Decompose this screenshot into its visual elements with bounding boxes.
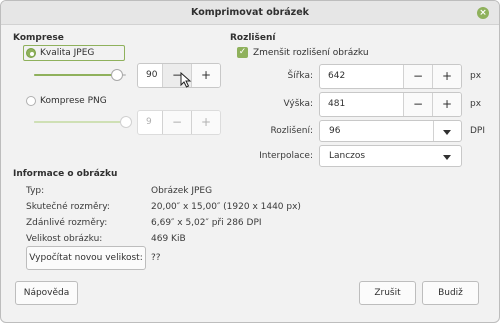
resolution-section-title: Rozlišení — [230, 33, 276, 43]
png-compression-value[interactable]: 9 — [138, 111, 162, 134]
height-decrease-button[interactable]: − — [403, 93, 432, 116]
width-unit: px — [470, 71, 482, 81]
png-compression-label: Komprese PNG — [40, 96, 107, 106]
info-apparent-size-value: 6,69″ x 5,02″ při 286 DPI — [151, 218, 262, 228]
png-compression-slider[interactable] — [34, 116, 132, 128]
dpi-unit: DPI — [470, 126, 486, 136]
height-spinner: 481 − + — [319, 92, 462, 117]
interpolation-combobox[interactable]: Lanczos — [319, 145, 462, 167]
width-label: Šířka: — [287, 71, 313, 81]
mouse-pointer-icon — [180, 72, 192, 88]
dpi-label: Rozlišení: — [270, 126, 313, 136]
png-compression-increase-button[interactable]: + — [191, 111, 220, 134]
chevron-down-icon[interactable] — [443, 130, 451, 135]
info-type-value: Obrázek JPEG — [151, 186, 213, 196]
width-decrease-button[interactable]: − — [403, 65, 432, 88]
height-increase-button[interactable]: + — [432, 93, 461, 116]
jpeg-quality-label: Kvalita JPEG — [40, 48, 95, 58]
jpeg-quality-value[interactable]: 90 — [138, 64, 162, 87]
radio-checked-icon — [26, 48, 36, 58]
width-spinner: 642 − + — [319, 64, 462, 89]
height-value[interactable]: 481 — [320, 93, 403, 116]
interpolation-label: Interpolace: — [259, 151, 313, 161]
info-actual-size-value: 20,00″ x 15,00″ (1920 x 1440 px) — [151, 202, 301, 212]
interpolation-value: Lanczos — [329, 151, 366, 161]
compute-new-size-button[interactable]: Vypočítat novou velikost: — [26, 246, 146, 270]
dpi-value[interactable]: 96 — [329, 126, 340, 136]
shrink-resolution-label: Zmenšit rozlišení obrázku — [253, 47, 369, 58]
computed-size-value: ?? — [151, 253, 161, 263]
info-actual-size-label: Skutečné rozměry: — [26, 202, 110, 212]
info-file-size-label: Velikost obrázku: — [26, 234, 103, 244]
jpeg-quality-slider[interactable] — [34, 69, 132, 81]
dpi-combobox[interactable]: 96 — [319, 120, 462, 142]
compress-image-dialog: Komprimovat obrázek × Komprese Kvalita J… — [0, 0, 500, 323]
checkbox-checked-icon: ✓ — [237, 47, 248, 58]
compression-section-title: Komprese — [13, 33, 64, 43]
shrink-resolution-checkbox[interactable]: ✓ Zmenšit rozlišení obrázku — [237, 47, 369, 58]
jpeg-quality-increase-button[interactable]: + — [191, 64, 220, 87]
ok-button[interactable]: Budiž — [422, 281, 479, 305]
jpeg-quality-spinner: 90 − + — [137, 63, 221, 88]
png-slider-handle[interactable] — [120, 116, 132, 128]
jpeg-quality-radio[interactable]: Kvalita JPEG — [26, 48, 94, 58]
cancel-button[interactable]: Zrušit — [359, 281, 416, 305]
width-value[interactable]: 642 — [320, 65, 403, 88]
png-compression-radio[interactable]: Komprese PNG — [26, 96, 107, 106]
height-unit: px — [470, 99, 482, 109]
info-file-size-value: 469 KiB — [151, 234, 186, 244]
png-compression-decrease-button[interactable]: − — [162, 111, 191, 134]
jpeg-slider-fill — [34, 74, 117, 76]
info-apparent-size-label: Zdánlivé rozměry: — [26, 218, 108, 228]
png-compression-spinner: 9 − + — [137, 110, 221, 135]
chevron-down-icon — [443, 155, 451, 160]
window-title: Komprimovat obrázek — [191, 7, 309, 18]
radio-unchecked-icon — [26, 96, 36, 106]
width-increase-button[interactable]: + — [432, 65, 461, 88]
jpeg-slider-handle[interactable] — [111, 69, 123, 81]
title-bar: Komprimovat obrázek × — [1, 1, 499, 25]
info-type-label: Typ: — [26, 186, 45, 196]
image-info-section-title: Informace o obrázku — [13, 169, 118, 179]
help-button[interactable]: Nápověda — [15, 281, 78, 305]
height-label: Výška: — [283, 99, 313, 109]
close-icon[interactable]: × — [477, 7, 489, 19]
png-slider-fill — [34, 121, 126, 123]
